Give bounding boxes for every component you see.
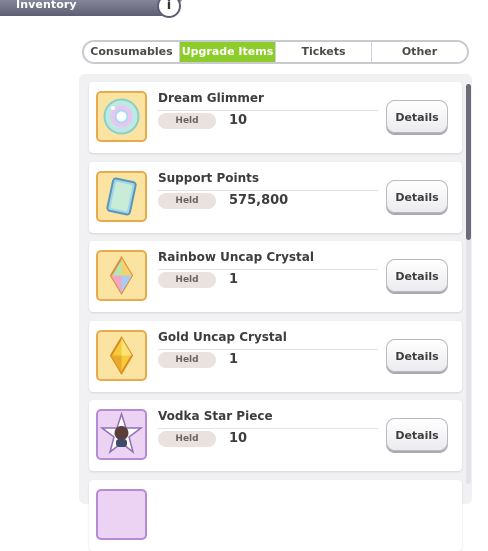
page-title: Inventory — [16, 0, 77, 11]
support-points-icon — [96, 171, 147, 222]
held-label: Held — [158, 193, 216, 209]
category-tabs: Consumables Upgrade Items Tickets Other — [82, 40, 469, 64]
held-value: 575,800 — [229, 193, 289, 208]
held-label: Held — [158, 272, 216, 288]
item-name: Dream Glimmer — [158, 91, 264, 105]
tab-upgrade-items[interactable]: Upgrade Items — [180, 42, 276, 62]
gold-crystal-icon — [96, 330, 147, 381]
inventory-header: Inventory — [0, 0, 182, 16]
star-piece-icon — [96, 489, 147, 540]
list-item: Vodka Star Piece Held 10 Details — [89, 400, 462, 471]
list-item: Dream Glimmer Held 10 Details — [89, 82, 462, 153]
dream-glimmer-icon — [96, 91, 147, 142]
list-item: Support Points Held 575,800 Details — [89, 162, 462, 233]
item-name: Support Points — [158, 171, 260, 185]
held-value: 10 — [229, 113, 248, 128]
list-item: Rainbow Uncap Crystal Held 1 Details — [89, 241, 462, 312]
divider — [158, 349, 378, 350]
tab-other[interactable]: Other — [372, 42, 467, 62]
star-piece-icon — [96, 409, 147, 460]
info-button[interactable]: i — [159, 0, 179, 16]
details-button[interactable]: Details — [386, 180, 448, 213]
details-button[interactable]: Details — [386, 418, 448, 451]
list-item-partial — [89, 480, 462, 551]
item-name: Vodka Star Piece — [158, 409, 273, 423]
held-value: 1 — [229, 272, 239, 287]
rainbow-crystal-icon — [96, 250, 147, 301]
details-button[interactable]: Details — [386, 339, 448, 372]
held-value: 1 — [229, 352, 239, 367]
divider — [158, 269, 378, 270]
held-label: Held — [158, 113, 216, 129]
details-button[interactable]: Details — [386, 100, 448, 133]
divider — [158, 110, 378, 111]
list-item: Gold Uncap Crystal Held 1 Details — [89, 321, 462, 392]
tab-tickets[interactable]: Tickets — [276, 42, 372, 62]
scrollbar-thumb[interactable] — [466, 84, 471, 240]
tab-consumables[interactable]: Consumables — [84, 42, 180, 62]
divider — [158, 190, 378, 191]
held-value: 10 — [229, 431, 248, 446]
details-button[interactable]: Details — [386, 259, 448, 292]
item-name: Gold Uncap Crystal — [158, 330, 287, 344]
held-label: Held — [158, 431, 216, 447]
held-label: Held — [158, 352, 216, 368]
item-name: Rainbow Uncap Crystal — [158, 250, 314, 264]
divider — [158, 428, 378, 429]
